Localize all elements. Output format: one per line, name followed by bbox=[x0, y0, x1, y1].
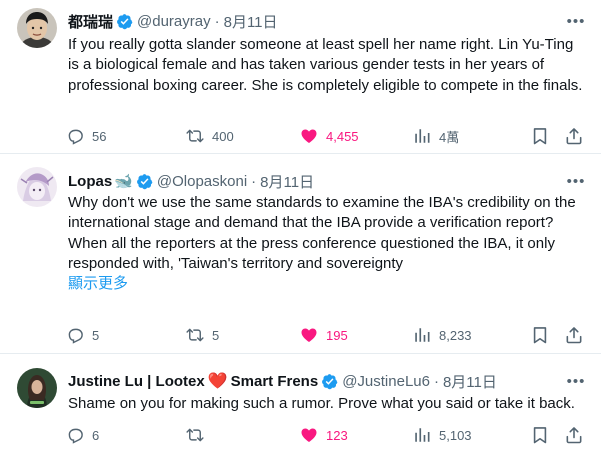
tweet-text: If you really gotta slander someone at l… bbox=[68, 36, 583, 94]
views-button[interactable]: 8,233 bbox=[413, 324, 472, 346]
retweet-button[interactable] bbox=[186, 424, 212, 446]
verified-icon bbox=[116, 13, 133, 30]
tweet-header: Justine Lu | Lootex ❤️ Smart Frens @Just… bbox=[68, 370, 561, 392]
retweet-button[interactable]: 400 bbox=[186, 125, 234, 147]
retweet-count: 5 bbox=[212, 327, 220, 343]
more-icon[interactable]: ••• bbox=[565, 11, 587, 31]
tweet-text: Why don't we use the same standards to e… bbox=[68, 193, 585, 294]
tweet-actions: 56 400 4,455 4萬 bbox=[66, 125, 591, 147]
avatar[interactable] bbox=[17, 167, 57, 207]
share-button[interactable] bbox=[564, 425, 584, 445]
bookmark-icon bbox=[530, 126, 550, 146]
separator: · bbox=[433, 372, 439, 390]
tweet[interactable]: Justine Lu | Lootex ❤️ Smart Frens @Just… bbox=[0, 355, 601, 460]
bookmark-button[interactable] bbox=[530, 325, 550, 345]
author-handle[interactable]: @JustineLu6 bbox=[342, 373, 430, 390]
verified-icon bbox=[136, 173, 153, 190]
more-icon[interactable]: ••• bbox=[565, 371, 587, 391]
share-button[interactable] bbox=[564, 126, 584, 146]
bookmark-icon bbox=[530, 325, 550, 345]
like-button[interactable]: 195 bbox=[300, 324, 348, 346]
bookmark-icon bbox=[530, 425, 550, 445]
like-button[interactable]: 4,455 bbox=[300, 125, 359, 147]
author-name[interactable]: 都瑞瑞 bbox=[68, 11, 113, 32]
share-icon bbox=[564, 325, 584, 345]
retweet-icon bbox=[186, 326, 204, 344]
show-more-link[interactable]: 顯示更多 bbox=[68, 274, 585, 294]
views-button[interactable]: 5,103 bbox=[413, 424, 472, 446]
heart-icon bbox=[300, 127, 318, 145]
avatar[interactable] bbox=[17, 8, 57, 48]
like-count: 195 bbox=[326, 327, 348, 343]
views-count: 5,103 bbox=[439, 427, 472, 443]
views-button[interactable]: 4萬 bbox=[413, 125, 459, 147]
views-count: 4萬 bbox=[439, 129, 460, 145]
reply-button[interactable]: 5 bbox=[66, 324, 99, 346]
reply-icon bbox=[66, 426, 84, 444]
tweet-header: Lopas 🐋 @Olopaskoni · 8月11日 bbox=[68, 170, 561, 192]
author-name-part-2[interactable]: Smart Frens bbox=[231, 373, 319, 390]
author-handle[interactable]: @Olopaskoni bbox=[157, 173, 247, 190]
retweet-count: 400 bbox=[212, 128, 234, 144]
red-heart-emoji: ❤️ bbox=[207, 373, 228, 390]
tweet-date[interactable]: 8月11日 bbox=[224, 11, 278, 32]
tweet-text-paragraph-2: When all the reporters at the press conf… bbox=[68, 234, 555, 272]
tweet-text: Shame on you for making such a rumor. Pr… bbox=[68, 395, 575, 412]
tweet-actions: 5 5 195 8,233 bbox=[66, 324, 591, 346]
views-icon bbox=[413, 326, 431, 344]
author-name[interactable]: Lopas bbox=[68, 173, 112, 190]
reply-count: 6 bbox=[92, 427, 100, 443]
like-button[interactable]: 123 bbox=[300, 424, 348, 446]
reply-icon bbox=[66, 326, 84, 344]
separator: · bbox=[251, 172, 257, 190]
author-handle[interactable]: @durayray bbox=[137, 13, 211, 30]
separator: · bbox=[214, 12, 220, 30]
tweet-header: 都瑞瑞 @durayray · 8月11日 bbox=[68, 10, 561, 32]
views-icon bbox=[413, 127, 431, 145]
tweet[interactable]: Lopas 🐋 @Olopaskoni · 8月11日 ••• Why don'… bbox=[0, 155, 601, 354]
verified-icon bbox=[321, 373, 338, 390]
tweet-actions: 6 123 5,103 bbox=[66, 424, 591, 446]
retweet-icon bbox=[186, 426, 204, 444]
heart-icon bbox=[300, 326, 318, 344]
tweet-date[interactable]: 8月11日 bbox=[260, 171, 314, 192]
tweet-text-paragraph-1: Why don't we use the same standards to e… bbox=[68, 194, 576, 232]
heart-icon bbox=[300, 426, 318, 444]
tweet-date[interactable]: 8月11日 bbox=[443, 371, 497, 392]
share-button[interactable] bbox=[564, 325, 584, 345]
avatar[interactable] bbox=[17, 368, 57, 408]
tweet-feed: 都瑞瑞 @durayray · 8月11日 ••• If you really … bbox=[0, 0, 601, 460]
tweet[interactable]: 都瑞瑞 @durayray · 8月11日 ••• If you really … bbox=[0, 0, 601, 154]
views-icon bbox=[413, 426, 431, 444]
reply-button[interactable]: 6 bbox=[66, 424, 99, 446]
like-count: 123 bbox=[326, 427, 348, 443]
bookmark-button[interactable] bbox=[530, 425, 550, 445]
share-icon bbox=[564, 126, 584, 146]
reply-count: 56 bbox=[92, 128, 107, 144]
like-count: 4,455 bbox=[326, 128, 359, 144]
reply-count: 5 bbox=[92, 327, 100, 343]
author-name-part-1[interactable]: Justine Lu | Lootex bbox=[68, 373, 205, 390]
share-icon bbox=[564, 425, 584, 445]
retweet-icon bbox=[186, 127, 204, 145]
views-count: 8,233 bbox=[439, 327, 472, 343]
reply-button[interactable]: 56 bbox=[66, 125, 106, 147]
reply-icon bbox=[66, 127, 84, 145]
retweet-button[interactable]: 5 bbox=[186, 324, 219, 346]
whale-emoji: 🐋 bbox=[114, 173, 133, 190]
bookmark-button[interactable] bbox=[530, 126, 550, 146]
more-icon[interactable]: ••• bbox=[565, 171, 587, 191]
